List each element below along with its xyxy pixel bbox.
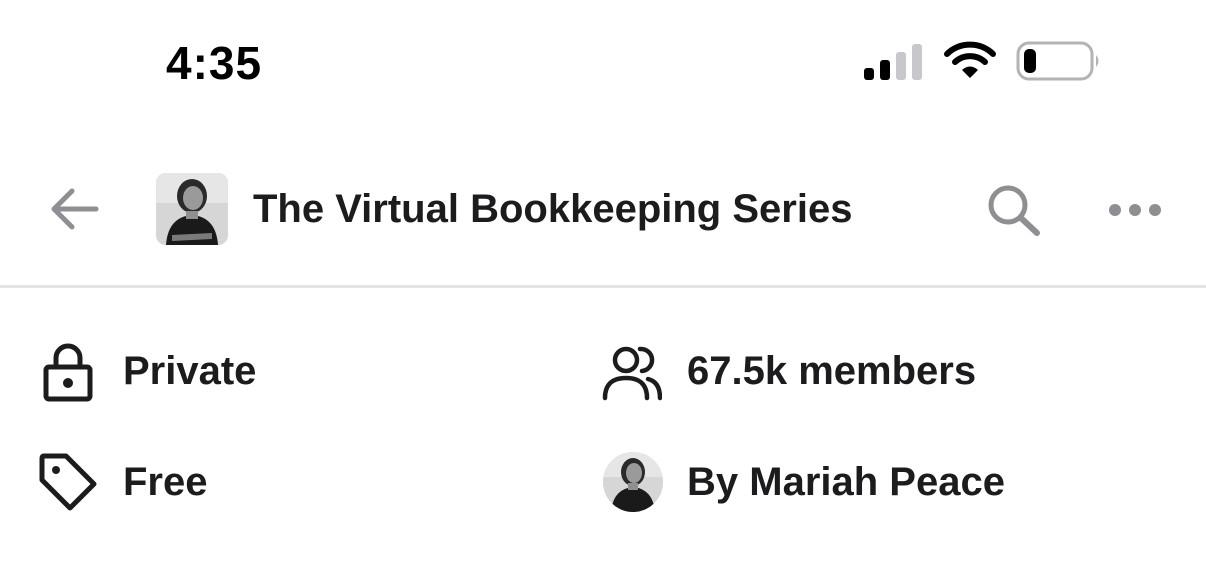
tag-icon xyxy=(39,453,97,511)
arrow-left-icon[interactable] xyxy=(48,186,100,232)
users-icon xyxy=(602,346,662,401)
status-time: 4:35 xyxy=(166,37,263,89)
wifi-icon xyxy=(944,41,996,78)
group-title: The Virtual Bookkeeping Series xyxy=(253,187,853,231)
price-label: Free xyxy=(123,460,208,504)
search-icon[interactable] xyxy=(984,182,1042,238)
header-divider xyxy=(0,285,1206,288)
more-horizontal-icon[interactable] xyxy=(1108,198,1162,222)
cellular-signal-icon xyxy=(864,44,922,80)
group-avatar[interactable] xyxy=(156,173,228,245)
privacy-label: Private xyxy=(123,349,257,393)
owner-avatar[interactable] xyxy=(603,452,663,512)
members-count: 67.5k members xyxy=(687,349,977,393)
battery-low-icon xyxy=(1016,41,1099,81)
lock-icon xyxy=(43,343,93,402)
owner-label[interactable]: By Mariah Peace xyxy=(687,459,1005,505)
